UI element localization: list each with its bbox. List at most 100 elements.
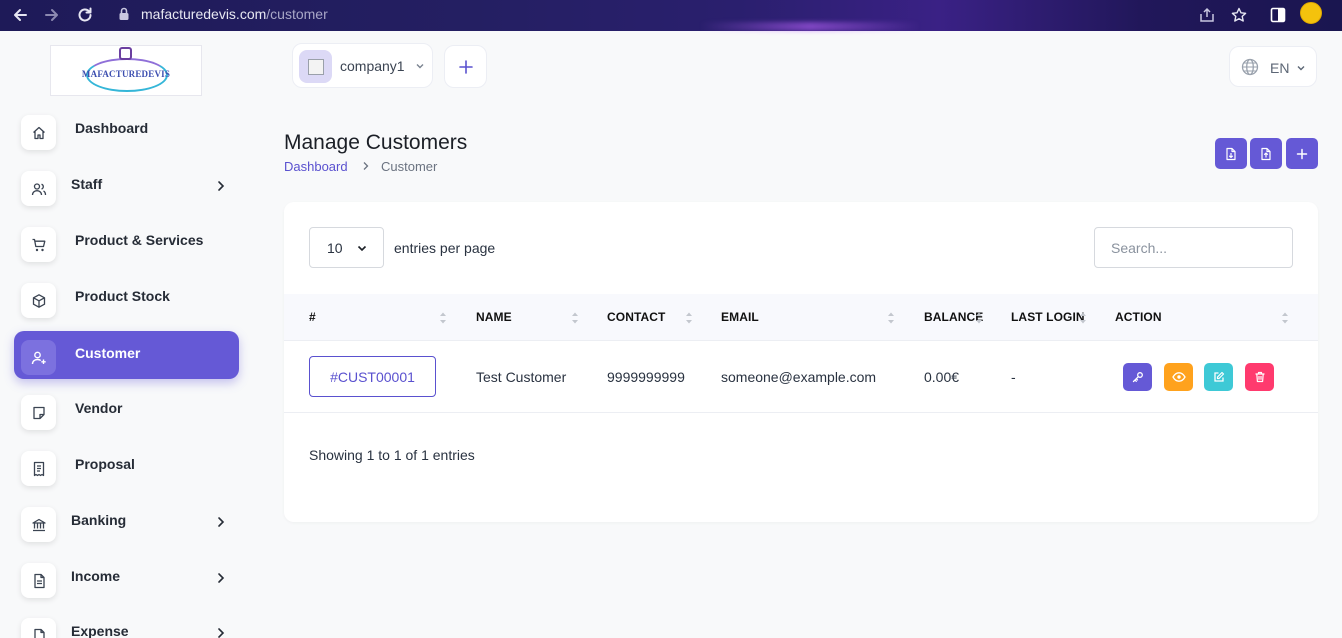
delete-button[interactable] [1245, 363, 1274, 391]
customers-table-card: 10 entries per page # NAME CONTACT EMAIL… [284, 202, 1318, 522]
column-header-last-login[interactable]: LAST LOGIN [1011, 310, 1085, 324]
sidebar-item-label: Income [71, 568, 121, 584]
file-invoice-icon [21, 563, 56, 598]
sort-icon[interactable] [1281, 311, 1289, 325]
column-header-action[interactable]: ACTION [1115, 310, 1162, 324]
sidebar-item-banking[interactable]: Banking [14, 498, 239, 546]
sort-icon[interactable] [975, 311, 983, 325]
share-icon[interactable] [1195, 3, 1219, 27]
breadcrumb-current: Customer [381, 159, 438, 174]
table-header: # NAME CONTACT EMAIL BALANCE LAST LOGIN … [284, 294, 1318, 341]
create-customer-button[interactable] [1286, 138, 1318, 169]
users-icon [21, 171, 56, 206]
sidebar-toggle-icon[interactable] [1266, 3, 1290, 27]
logo-mark [119, 47, 132, 60]
user-plus-icon [21, 340, 56, 375]
plus-icon [458, 59, 473, 74]
sidebar-item-customer[interactable]: Customer [14, 331, 239, 379]
reset-password-button[interactable] [1123, 363, 1152, 391]
company-avatar [299, 50, 332, 83]
logo-text: MAFACTUREDEVIS [81, 69, 171, 79]
column-header-name[interactable]: NAME [476, 310, 512, 324]
language-code: EN [1270, 60, 1290, 76]
sidebar-item-expense[interactable]: Expense [14, 609, 239, 638]
per-page-value: 10 [327, 240, 343, 256]
url-domain: mafacturedevis.com [141, 6, 267, 22]
customer-last-login: - [1011, 369, 1016, 385]
sidebar-item-label: Customer [75, 345, 141, 361]
search-input[interactable] [1094, 227, 1293, 268]
sidebar-item-product-stock[interactable]: Product Stock [14, 274, 239, 322]
sidebar-item-label: Expense [71, 623, 129, 638]
url-path: /customer [266, 6, 328, 22]
chevron-down-icon [357, 245, 367, 252]
globe-icon [1241, 58, 1259, 76]
eye-icon [1171, 372, 1186, 382]
sidebar-item-vendor[interactable]: Vendor [14, 386, 239, 434]
pagination-info: Showing 1 to 1 of 1 entries [309, 447, 475, 463]
file-import-icon [1226, 147, 1236, 160]
company-name: company1 [340, 58, 405, 74]
profile-avatar[interactable] [1300, 2, 1322, 24]
entries-per-page-select[interactable]: 10 [309, 227, 384, 268]
sidebar-item-proposal[interactable]: Proposal [14, 442, 239, 490]
chevron-right-icon [218, 628, 225, 638]
chevron-down-icon [1297, 66, 1305, 71]
back-icon[interactable] [8, 3, 32, 27]
sort-icon[interactable] [685, 311, 693, 325]
sort-icon[interactable] [887, 311, 895, 325]
sidebar-item-label: Banking [71, 512, 127, 528]
brand-logo[interactable]: MAFACTUREDEVIS [50, 45, 202, 96]
plus-icon [1296, 148, 1308, 159]
customer-balance: 0.00€ [924, 369, 960, 385]
browser-toolbar: mafacturedevis.com/customer [0, 0, 1342, 31]
export-button[interactable] [1250, 138, 1282, 169]
sort-icon[interactable] [1079, 311, 1087, 325]
import-button[interactable] [1215, 138, 1247, 169]
reload-icon[interactable] [73, 3, 97, 27]
sidebar-item-label: Proposal [75, 456, 135, 472]
address-bar[interactable]: mafacturedevis.com/customer [141, 6, 328, 22]
forward-icon[interactable] [40, 3, 64, 27]
lock-icon[interactable] [117, 5, 131, 23]
bookmark-star-icon[interactable] [1227, 3, 1251, 27]
sidebar-item-product-services[interactable]: Product & Services [14, 218, 239, 266]
sort-icon[interactable] [571, 311, 579, 325]
sidebar-item-label: Product Stock [75, 288, 170, 304]
key-icon [1132, 372, 1143, 383]
bank-icon [21, 507, 56, 542]
page-title: Manage Customers [284, 131, 468, 154]
sidebar-item-staff[interactable]: Staff [14, 162, 239, 210]
sidebar-item-label: Vendor [75, 400, 123, 416]
sidebar-item-label: Product & Services [75, 232, 204, 248]
receipt-icon [21, 451, 56, 486]
column-header-contact[interactable]: CONTACT [607, 310, 665, 324]
decorative-glow [700, 22, 920, 31]
customer-email: someone@example.com [721, 369, 877, 385]
edit-button[interactable] [1204, 363, 1233, 391]
broken-image-icon [308, 59, 324, 75]
chevron-right-icon [218, 573, 225, 583]
view-button[interactable] [1164, 363, 1193, 391]
entries-per-page-label: entries per page [394, 240, 496, 256]
home-icon [21, 115, 56, 150]
company-switcher[interactable]: company1 [292, 43, 433, 88]
language-selector[interactable]: EN [1229, 46, 1317, 87]
note-icon [21, 395, 56, 430]
sidebar-item-income[interactable]: Income [14, 554, 239, 602]
add-company-button[interactable] [444, 45, 487, 88]
customer-id-link[interactable]: #CUST00001 [309, 356, 436, 397]
customer-contact: 9999999999 [607, 369, 685, 385]
trash-icon [1255, 371, 1264, 383]
sidebar-item-dashboard[interactable]: Dashboard [14, 106, 239, 154]
breadcrumb-dashboard-link[interactable]: Dashboard [284, 159, 348, 174]
file-export-icon [1261, 147, 1271, 160]
sort-icon[interactable] [439, 311, 447, 325]
customer-name: Test Customer [476, 369, 567, 385]
chevron-right-icon [218, 181, 225, 191]
box-icon [21, 283, 56, 318]
sidebar-item-label: Dashboard [75, 120, 149, 136]
column-header-id[interactable]: # [309, 310, 316, 324]
column-header-email[interactable]: EMAIL [721, 310, 759, 324]
edit-icon [1213, 371, 1224, 382]
